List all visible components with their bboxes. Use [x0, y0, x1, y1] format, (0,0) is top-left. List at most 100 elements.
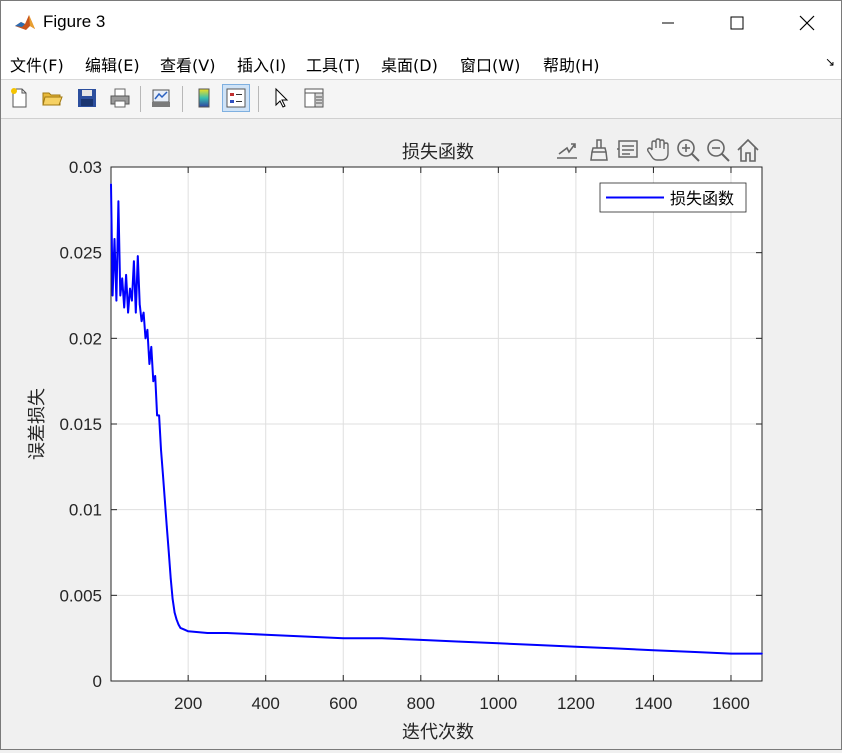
menu-window[interactable]: 窗口(W) — [460, 52, 520, 76]
menu-desktop[interactable]: 桌面(D) — [381, 52, 438, 76]
data-point — [730, 652, 732, 655]
data-point — [142, 311, 145, 314]
data-point — [691, 651, 694, 653]
x-tick-label: 1600 — [712, 694, 750, 713]
data-point — [119, 294, 122, 297]
close-button[interactable] — [784, 1, 830, 45]
export-button[interactable] — [557, 143, 577, 159]
y-tick-labels: 0 0.005 0.01 0.015 0.02 0.025 0.03 — [59, 158, 102, 691]
data-tips-button[interactable] — [617, 140, 638, 158]
data-point — [497, 642, 500, 645]
data-point — [226, 632, 228, 634]
new-figure-icon — [11, 88, 27, 108]
close-icon — [799, 15, 815, 31]
minimize-icon — [662, 22, 674, 24]
data-point — [111, 294, 114, 297]
menu-view[interactable]: 查看(V) — [160, 52, 215, 76]
legend[interactable]: 损失函数 — [599, 182, 747, 213]
menu-insert[interactable]: 插入(I) — [237, 52, 286, 76]
data-point — [187, 630, 189, 633]
zoom-out-icon — [707, 139, 730, 162]
y-tick-label: 0.03 — [69, 158, 102, 177]
data-point — [167, 551, 170, 554]
data-point — [761, 652, 763, 655]
menu-help[interactable]: 帮助(H) — [543, 52, 600, 76]
plot-svg: 200 400 600 800 1000 1200 1400 1600 00.0050.010… — [27, 138, 763, 743]
data-point — [127, 311, 129, 314]
data-point — [150, 346, 153, 348]
title-bar: Figure 3 — [1, 1, 841, 45]
property-inspector-icon — [304, 88, 324, 108]
y-tick-label: 0.01 — [69, 501, 102, 520]
toolbar-separator — [182, 86, 183, 112]
link-plot-button[interactable] — [147, 84, 175, 112]
zoom-out-button[interactable] — [707, 139, 730, 162]
data-point — [113, 238, 116, 240]
x-tick-label: 1400 — [635, 694, 673, 713]
link-plot-icon — [152, 89, 170, 107]
toolbar-separator — [258, 86, 259, 112]
edit-plot-arrow-icon — [275, 87, 289, 108]
save-button[interactable] — [73, 84, 101, 112]
property-inspector-button[interactable] — [300, 84, 328, 112]
figure-window: Figure 3 文件(F) 编辑(E) 查看(V) 插入(I) 工具(T) 桌… — [0, 0, 842, 750]
y-tick-label: 0.025 — [59, 244, 102, 263]
x-tick-label: 1000 — [479, 694, 517, 713]
data-point — [264, 633, 267, 636]
zoom-in-button[interactable] — [677, 139, 700, 162]
data-point — [613, 647, 616, 650]
maximize-icon — [730, 16, 744, 30]
print-button[interactable] — [106, 84, 134, 112]
data-point — [160, 448, 162, 451]
pan-button[interactable] — [646, 138, 669, 161]
data-point — [125, 274, 127, 276]
pan-hand-icon — [646, 138, 669, 161]
data-point — [183, 628, 186, 631]
menu-file[interactable]: 文件(F) — [10, 52, 64, 76]
menu-tools[interactable]: 工具(T) — [306, 52, 360, 76]
edit-plot-button[interactable] — [267, 84, 295, 112]
data-point — [206, 632, 209, 634]
data-point — [303, 635, 306, 638]
legend-button[interactable] — [222, 84, 250, 112]
colorbar-icon — [198, 88, 210, 108]
y-tick-label: 0.015 — [59, 415, 102, 434]
data-point — [152, 380, 155, 382]
data-point — [419, 639, 422, 641]
data-tips-icon — [617, 140, 638, 158]
data-point — [177, 623, 180, 626]
data-point — [458, 640, 461, 643]
data-point — [652, 649, 655, 651]
data-point — [175, 618, 178, 621]
data-point — [171, 597, 174, 600]
figure-canvas: 200 400 600 800 1000 1200 1400 1600 0 0.005 0.01 0… — [2, 119, 841, 749]
data-point — [121, 277, 124, 280]
data-point — [135, 311, 137, 314]
minimize-button[interactable] — [645, 1, 691, 45]
open-file-button[interactable] — [38, 84, 66, 112]
save-icon — [78, 89, 96, 107]
x-tick-label: 800 — [407, 694, 435, 713]
menu-edit[interactable]: 编辑(E) — [85, 52, 140, 76]
data-point — [156, 414, 158, 417]
legend-entry: 损失函数 — [670, 189, 734, 208]
axes-toolbar — [557, 138, 759, 162]
data-point — [131, 299, 133, 302]
data-point — [110, 183, 112, 185]
legend-icon — [226, 88, 246, 108]
data-point — [381, 637, 383, 639]
y-tick-label: 0.005 — [59, 586, 102, 605]
y-tick-label: 0.02 — [69, 329, 102, 348]
window-title: Figure 3 — [43, 12, 106, 31]
data-point — [179, 627, 182, 629]
new-figure-button[interactable] — [5, 84, 33, 112]
colorbar-button[interactable] — [190, 84, 218, 112]
data-point — [154, 375, 157, 377]
dock-arrow-icon[interactable]: ↘ — [825, 55, 835, 69]
home-button[interactable] — [737, 138, 759, 162]
data-point — [342, 637, 345, 639]
y-tick-label: 0 — [93, 672, 102, 691]
x-tick-label: 400 — [252, 694, 280, 713]
brush-button[interactable] — [590, 139, 608, 161]
maximize-button[interactable] — [714, 1, 760, 45]
